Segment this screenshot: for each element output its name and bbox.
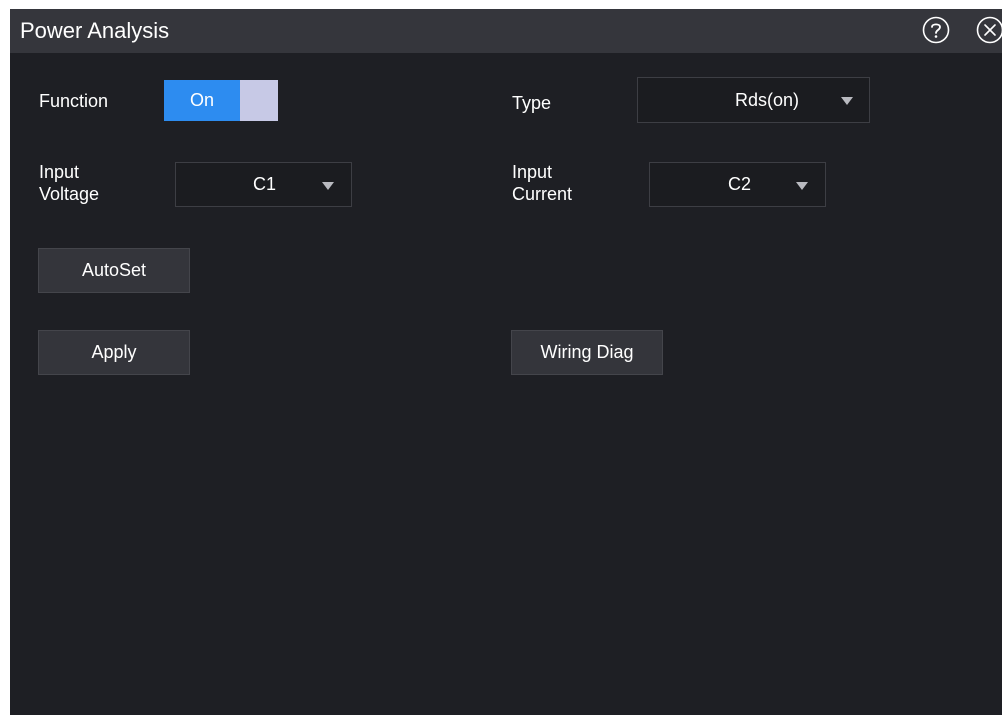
function-toggle[interactable]: On [164,80,278,121]
wiring-diag-button[interactable]: Wiring Diag [511,330,663,375]
input-current-label: Input Current [512,161,572,205]
input-voltage-label-line2: Voltage [39,184,100,204]
input-voltage-select-value: C1 [253,174,277,194]
close-button[interactable] [976,16,1002,44]
input-voltage-label: Input Voltage [39,161,99,205]
type-select[interactable]: Rds(on) [637,77,870,123]
help-button[interactable] [922,16,950,44]
input-current-label-line1: Input [512,162,553,182]
autoset-button[interactable]: AutoSet [38,248,190,293]
input-current-label-line2: Current [512,184,573,204]
apply-button[interactable]: Apply [38,330,190,375]
chevron-down-icon [322,181,334,190]
dialog-titlebar: Power Analysis [10,9,1002,53]
input-current-select-value: C2 [728,174,752,194]
input-voltage-select[interactable]: C1 [175,162,352,207]
input-voltage-label-line1: Input [39,162,80,182]
function-toggle-knob [240,80,278,121]
chevron-down-icon [796,181,808,190]
type-select-value: Rds(on) [735,89,800,110]
function-toggle-on-label: On [164,80,240,121]
type-label: Type [512,93,552,113]
question-mark-icon [922,16,950,44]
dialog-title: Power Analysis [20,18,170,43]
chevron-down-icon [841,97,853,105]
close-x-icon [976,16,1002,44]
input-current-select[interactable]: C2 [649,162,826,207]
function-label: Function [39,91,109,111]
power-analysis-dialog: Power Analysis Function On Type Rds(on) … [10,9,1002,715]
